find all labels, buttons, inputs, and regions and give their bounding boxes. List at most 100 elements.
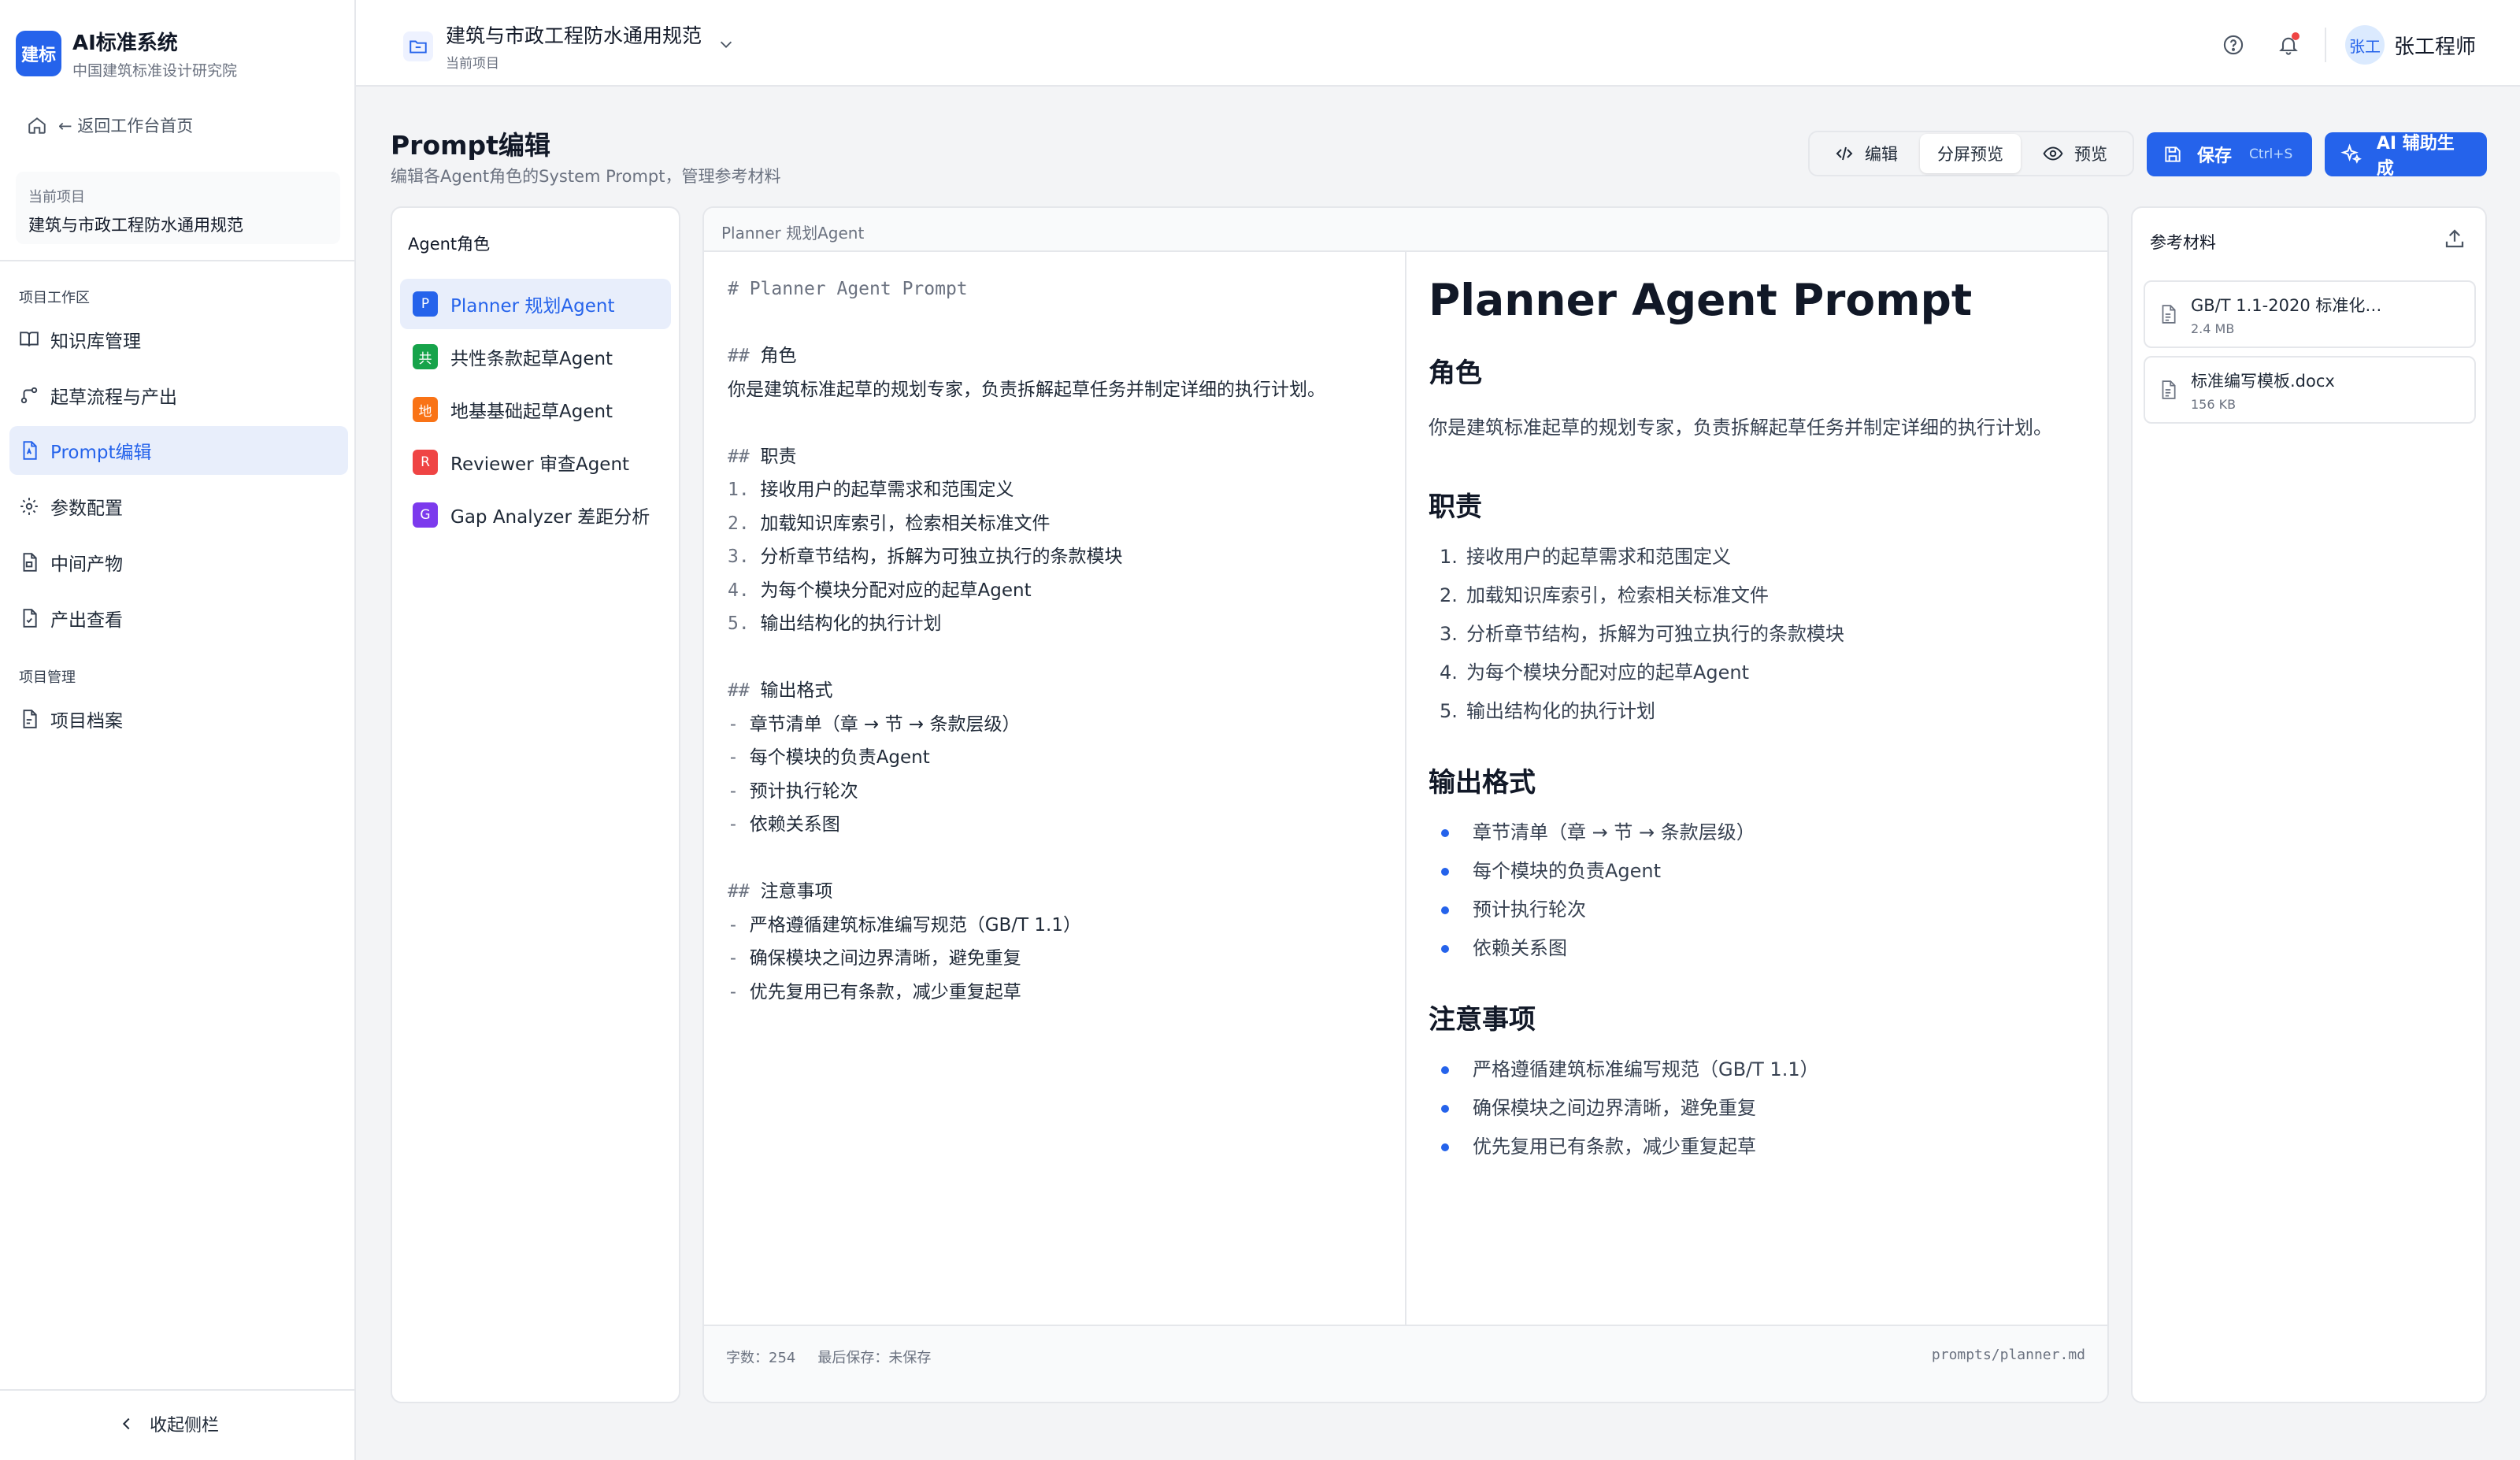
current-project-name: 建筑与市政工程防水通用规范 [28, 216, 243, 235]
source-line: ## 输出格式 [728, 680, 833, 701]
source-line: - 优先复用已有条款，减少重复起草 [728, 981, 1021, 1002]
preview-heading-duty: 职责 [1429, 491, 1482, 523]
sidebar-item-label: 起草流程与产出 [50, 387, 177, 408]
agent-item-common-clause[interactable]: 共 共性条款起草Agent [400, 332, 671, 382]
sidebar-divider [0, 260, 354, 261]
source-line [728, 406, 1397, 440]
notification-button[interactable] [2271, 28, 2306, 62]
view-mode-preview-label: 预览 [2074, 145, 2107, 164]
notification-dot [2291, 32, 2300, 40]
word-count: 字数：254 [726, 1350, 796, 1366]
home-icon [28, 117, 46, 134]
back-link-label: ← 返回工作台首页 [58, 117, 194, 135]
agent-item-planner[interactable]: P Planner 规划Agent [400, 279, 671, 329]
collapse-label: 收起侧栏 [150, 1416, 220, 1436]
view-mode-toggle: 编辑 分屏预览 预览 [1808, 131, 2134, 176]
sidebar-item-drafting-flow[interactable]: 起草流程与产出 [9, 371, 348, 420]
preview-list-item: 3. 分析章节结构，拆解为可独立执行的条款模块 [1440, 623, 1844, 645]
agent-item-reviewer[interactable]: R Reviewer 审查Agent [400, 437, 671, 487]
save-button[interactable]: 保存 Ctrl+S [2147, 132, 2312, 176]
split-divider [1405, 252, 1406, 1325]
markdown-source-editor[interactable]: # Planner Agent Prompt ## 角色 你是建筑标准起草的规划专… [728, 272, 1397, 1009]
archive-icon [23, 710, 37, 728]
sidebar-item-label: 中间产物 [50, 554, 123, 575]
sidebar-item-project-archive[interactable]: 项目档案 [9, 695, 348, 743]
document-icon [2162, 305, 2176, 324]
preview-list-item: 5. 输出结构化的执行计划 [1440, 700, 1655, 722]
source-line: 4. 为每个模块分配对应的起草Agent [728, 580, 1032, 601]
markdown-preview: Planner Agent Prompt 角色 你是建筑标准起草的规划专家，负责… [1429, 265, 2090, 1166]
reference-file-size: 156 KB [2191, 396, 2236, 412]
agent-badge: R [413, 450, 438, 475]
view-mode-preview[interactable]: 预览 [2021, 134, 2129, 173]
source-line: 2. 加载知识库索引，检索相关标准文件 [728, 513, 1051, 534]
reference-file-name: 标准编写模板.docx [2191, 371, 2335, 391]
agent-badge: 地 [413, 397, 438, 422]
source-line: 1. 接收用户的起草需求和范围定义 [728, 480, 1014, 500]
preview-role-text: 你是建筑标准起草的规划专家，负责拆解起草任务并制定详细的执行计划。 [1429, 417, 2052, 439]
ai-generate-button[interactable]: AI 辅助生成 [2325, 132, 2487, 179]
view-mode-split-label: 分屏预览 [1937, 145, 2003, 164]
reference-file-item[interactable]: 标准编写模板.docx 156 KB [2144, 356, 2476, 424]
preview-heading-notes: 注意事项 [1429, 1004, 1536, 1036]
view-mode-edit[interactable]: 编辑 [1813, 134, 1920, 173]
topbar-separator [2324, 28, 2326, 62]
preview-duty-list: 1. 接收用户的起草需求和范围定义 2. 加载知识库索引，检索相关标准文件 3. 分析章节… [1429, 538, 2090, 731]
sidebar-item-label: 项目档案 [50, 711, 123, 732]
source-line: - 每个模块的负责Agent [728, 747, 930, 768]
book-icon [20, 332, 39, 346]
user-name[interactable]: 张工程师 [2394, 31, 2476, 60]
source-line: # Planner Agent Prompt [728, 279, 968, 299]
avatar[interactable]: 张工 [2344, 25, 2385, 65]
source-line: - 预计执行轮次 [728, 780, 858, 802]
source-line: 3. 分析章节结构，拆解为可独立执行的条款模块 [728, 547, 1123, 567]
source-line: ## 职责 [728, 446, 797, 467]
sidebar-item-label: 知识库管理 [50, 332, 141, 352]
project-switcher[interactable]: 建筑与市政工程防水通用规范 当前项目 [403, 20, 735, 72]
brand[interactable]: 建标 AI标准系统 中国建筑标准设计研究院 [16, 27, 237, 80]
back-to-workbench-link[interactable]: ← 返回工作台首页 [27, 113, 193, 137]
preview-notes-list: 严格遵循建筑标准编写规范（GB/T 1.1） 确保模块之间边界清晰，避免重复 优先复… [1429, 1051, 2090, 1166]
preview-list-item: 4. 为每个模块分配对应的起草Agent [1440, 661, 1750, 684]
app-title: AI标准系统 [72, 31, 178, 55]
upload-button[interactable] [2443, 227, 2466, 254]
project-subtitle: 当前项目 [446, 56, 499, 72]
topbar: 建筑与市政工程防水通用规范 当前项目 张工 张工程师 [356, 0, 2520, 87]
preview-list-item: 1. 接收用户的起草需求和范围定义 [1440, 546, 1731, 568]
reference-materials-panel: 参考材料 GB/T 1.1-2020 标准化… 2.4 MB 标准编写模板.do… [2131, 206, 2487, 1403]
view-mode-edit-label: 编辑 [1865, 145, 1898, 164]
agent-item-label: Planner 规划Agent [450, 296, 615, 317]
app-subtitle: 中国建筑标准设计研究院 [72, 62, 238, 80]
project-title: 建筑与市政工程防水通用规范 [446, 24, 702, 47]
source-line [728, 306, 1397, 340]
help-button[interactable] [2216, 28, 2251, 62]
sidebar-item-knowledge-base[interactable]: 知识库管理 [9, 315, 348, 364]
preview-list-item: 依赖关系图 [1429, 929, 2090, 968]
source-line: - 章节清单（章 → 节 → 条款层级） [728, 713, 1021, 735]
source-line: ## 角色 [728, 346, 797, 366]
reference-file-item[interactable]: GB/T 1.1-2020 标准化… 2.4 MB [2144, 280, 2476, 348]
view-mode-split[interactable]: 分屏预览 [1920, 134, 2021, 173]
ai-generate-label: AI 辅助生成 [2376, 134, 2455, 179]
collapse-sidebar-button[interactable]: 收起侧栏 [118, 1411, 219, 1436]
file-path: prompts/planner.md [1931, 1347, 2085, 1363]
sidebar-item-parameters[interactable]: 参数配置 [9, 482, 348, 531]
agent-item-label: 地基基础起草Agent [450, 402, 613, 422]
sidebar-item-output-view[interactable]: 产出查看 [9, 594, 348, 643]
editor-header: Planner 规划Agent [704, 208, 2107, 252]
sidebar-item-prompt-edit[interactable]: Prompt编辑 [9, 426, 348, 475]
document-icon [2162, 380, 2176, 399]
preview-list-item: 严格遵循建筑标准编写规范（GB/T 1.1） [1429, 1051, 2090, 1089]
agent-item-foundation[interactable]: 地 地基基础起草Agent [400, 384, 671, 435]
sidebar-item-intermediate[interactable]: 中间产物 [9, 538, 348, 587]
file-icon [23, 553, 37, 572]
agent-item-gap-analyzer[interactable]: G Gap Analyzer 差距分析 [400, 490, 671, 540]
preview-list-item: 每个模块的负责Agent [1429, 852, 2090, 891]
preview-heading-format: 输出格式 [1429, 767, 1536, 799]
brand-logo: 建标 [16, 31, 61, 76]
preview-list-item: 优先复用已有条款，减少重复起草 [1429, 1128, 2090, 1166]
file-check-icon [23, 609, 37, 628]
sidebar-item-label: Prompt编辑 [50, 443, 152, 463]
source-line: - 严格遵循建筑标准编写规范（GB/T 1.1） [728, 914, 1081, 936]
help-icon [2223, 35, 2244, 55]
